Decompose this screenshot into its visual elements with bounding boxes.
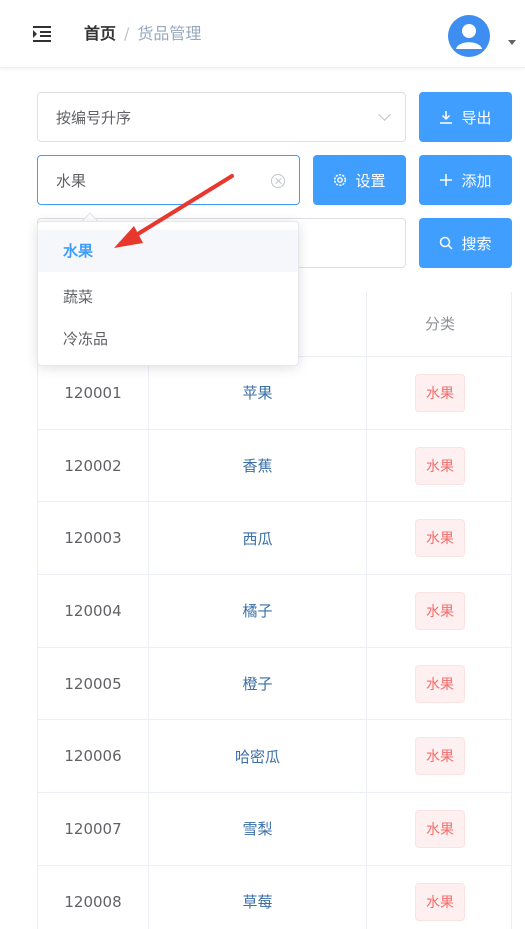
category-tag: 水果: [415, 591, 465, 630]
cell-code: 120002: [64, 456, 122, 475]
cell-category: 水果: [366, 575, 513, 647]
download-icon: [440, 111, 453, 124]
search-icon: [440, 236, 454, 250]
cell-name[interactable]: 橘子: [148, 575, 366, 647]
category-input-value: 水果: [56, 172, 87, 190]
goods-table: 分类 120001 苹果 水果 120002 香蕉 水果 120003 西瓜 水果 120004 橘…: [37, 292, 512, 929]
table-row[interactable]: 120007 雪梨 水果: [38, 793, 511, 866]
add-button-label: 添加: [461, 171, 492, 190]
table-row[interactable]: 120004 橘子 水果: [38, 575, 511, 648]
category-tag: 水果: [415, 664, 465, 703]
cell-name[interactable]: 草莓: [148, 865, 366, 929]
sort-select[interactable]: 按编号升序: [37, 92, 406, 142]
cell-category: 水果: [366, 720, 513, 793]
category-tag: 水果: [415, 737, 465, 776]
cell-code: 120008: [64, 892, 122, 911]
export-button[interactable]: 导出: [419, 92, 512, 142]
cell-category: 水果: [366, 502, 513, 575]
breadcrumb-current: 货品管理: [137, 24, 202, 43]
cell-category: 水果: [366, 357, 513, 429]
dropdown-option[interactable]: 蔬菜: [38, 276, 298, 318]
cell-code: 120004: [64, 601, 122, 620]
table-row[interactable]: 120006 哈密瓜 水果: [38, 720, 513, 794]
search-button-label: 搜索: [461, 234, 492, 253]
dropdown-option[interactable]: 水果: [38, 230, 298, 272]
table-row[interactable]: 120001 苹果 水果: [38, 357, 511, 430]
avatar-dropdown-caret-icon[interactable]: [508, 40, 516, 45]
table-row[interactable]: 120002 香蕉 水果: [38, 429, 513, 503]
settings-button-label: 设置: [355, 171, 386, 190]
dropdown-option[interactable]: 冷冻品: [38, 318, 298, 360]
category-dropdown: 水果 蔬菜 冷冻品: [37, 221, 299, 366]
category-tag: 水果: [415, 519, 465, 558]
cell-name[interactable]: 苹果: [148, 357, 366, 429]
cell-name[interactable]: 西瓜: [148, 502, 366, 575]
cell-code: 120001: [64, 383, 122, 402]
cell-name[interactable]: 雪梨: [148, 793, 366, 865]
cell-name[interactable]: 哈密瓜: [148, 720, 366, 793]
cell-category: 水果: [366, 429, 513, 502]
breadcrumb: 首页 / 货品管理: [84, 23, 201, 45]
category-input[interactable]: 水果: [37, 155, 300, 205]
table-body: 120001 苹果 水果 120002 香蕉 水果 120003 西瓜 水果 120004 橘子 水果…: [38, 357, 511, 929]
cell-category: 水果: [366, 793, 513, 865]
cell-code: 120005: [64, 674, 122, 693]
table-row[interactable]: 120008 草莓 水果: [38, 865, 513, 929]
cell-code: 120006: [64, 747, 122, 766]
user-avatar-icon[interactable]: [448, 15, 490, 57]
plus-icon: [440, 174, 453, 186]
settings-button[interactable]: 设置: [313, 155, 406, 205]
cell-category: 水果: [366, 865, 513, 929]
cell-code: 120003: [64, 529, 122, 548]
table-header-category: 分类: [366, 292, 513, 357]
table-row[interactable]: 120003 西瓜 水果: [38, 502, 513, 576]
menu-toggle-icon[interactable]: [33, 26, 51, 42]
category-tag: 水果: [415, 446, 465, 485]
breadcrumb-separator: /: [124, 24, 130, 43]
table-row[interactable]: 120005 橙子 水果: [38, 647, 513, 721]
breadcrumb-home[interactable]: 首页: [84, 24, 116, 43]
cell-name[interactable]: 橙子: [148, 647, 366, 720]
sort-select-value: 按编号升序: [56, 109, 132, 127]
clear-icon[interactable]: [271, 174, 285, 188]
export-button-label: 导出: [461, 108, 492, 127]
category-tag: 水果: [415, 882, 465, 921]
cell-name[interactable]: 香蕉: [148, 429, 366, 502]
top-navbar: 首页 / 货品管理: [0, 0, 525, 68]
gear-icon: [334, 173, 347, 187]
search-button[interactable]: 搜索: [419, 218, 512, 268]
cell-category: 水果: [366, 647, 513, 720]
add-button[interactable]: 添加: [419, 155, 512, 205]
category-tag: 水果: [415, 809, 465, 848]
chevron-down-icon: [378, 108, 391, 121]
category-tag: 水果: [415, 373, 465, 412]
cell-code: 120007: [64, 819, 122, 838]
